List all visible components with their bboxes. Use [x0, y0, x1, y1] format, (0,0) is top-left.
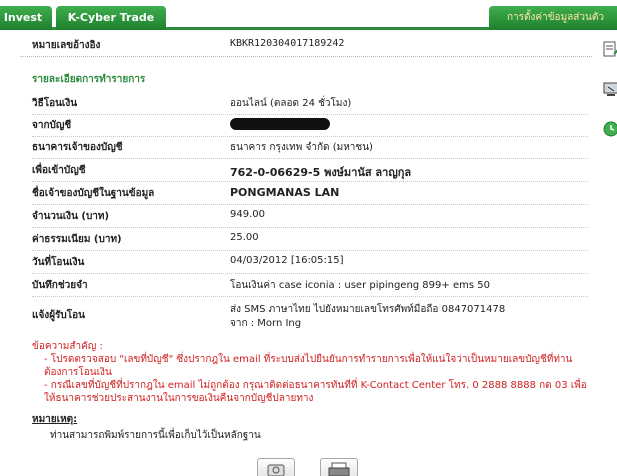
save-image-button[interactable] — [257, 458, 295, 476]
row-label: จากบัญชี — [32, 120, 72, 131]
row-amount: จำนวนเงิน (บาท) 949.00 — [32, 205, 592, 227]
row-value: 04/03/2012 [16:05:15] — [230, 255, 344, 266]
row-label: บันทึกช่วยจำ — [32, 280, 88, 291]
printer-icon — [328, 462, 350, 476]
row-to-account: เพื่อเข้าบัญชี 762-0-06629-5 พงษ์มานัส ล… — [32, 159, 592, 181]
row-label: ชื่อเจ้าของบัญชีในฐานข้อมูล — [32, 188, 155, 199]
transaction-detail-panel: หมายเลขอ้างอิง KBKR120304017189242 รายละ… — [20, 30, 592, 450]
tab-personal-settings[interactable]: การตั้งค่าข้อมูลส่วนตัว — [489, 6, 617, 30]
row-value: ส่ง SMS ภาษาไทย ไปยังหมายเลขโทรศัพท์มือถ… — [230, 304, 506, 315]
row-value: โอนเงินค่า case iconia : user pipingeng … — [230, 280, 490, 291]
tab-invest[interactable]: Invest — [0, 6, 52, 30]
row-transfer-date: วันที่โอนเงิน 04/03/2012 [16:05:15] — [32, 251, 592, 273]
row-label: ธนาคารเจ้าของบัญชี — [32, 142, 123, 153]
row-fee: ค่าธรรมเนียม (บาท) 25.00 — [32, 228, 592, 250]
row-from-account: จากบัญชี — [32, 114, 592, 136]
row-value: 25.00 — [230, 232, 259, 243]
row-account-owner: ชื่อเจ้าของบัญชีในฐานข้อมูล PONGMANAS LA… — [32, 182, 592, 204]
reference-value: KBKR120304017189242 — [230, 38, 345, 49]
row-value: ออนไลน์ (ตลอด 24 ชั่วโมง) — [230, 98, 352, 109]
row-value-line-2: จาก : Morn Ing — [230, 318, 302, 329]
section-title: รายละเอียดการทำรายการ — [32, 74, 146, 85]
notice-item-1: - โปรดตรวจสอบ "เลขที่บัญชี" ซึ่งปรากฎใน … — [44, 354, 573, 378]
camera-icon — [267, 464, 285, 476]
redaction-mask — [230, 118, 330, 130]
row-value: PONGMANAS LAN — [230, 186, 340, 199]
print-button[interactable] — [320, 458, 358, 476]
row-label: วันที่โอนเงิน — [32, 257, 85, 268]
row-value: ธนาคาร กรุงเทพ จำกัด (มหาชน) — [230, 142, 373, 153]
row-label: ค่าธรรมเนียม (บาท) — [32, 234, 122, 245]
row-notify-recipient: แจ้งผู้รับโอน ส่ง SMS ภาษาไทย ไปยังหมายเ… — [32, 298, 592, 334]
row-label: แจ้งผู้รับโอน — [32, 310, 85, 321]
reference-row: หมายเลขอ้างอิง KBKR120304017189242 — [32, 36, 592, 54]
row-divider — [32, 296, 588, 297]
document-edit-icon[interactable] — [602, 40, 617, 58]
clock-icon[interactable] — [602, 120, 617, 138]
top-tab-bar: Invest K-Cyber Trade การตั้งค่าข้อมูลส่ว… — [0, 0, 617, 30]
notice-title: ข้อความสำคัญ : — [32, 341, 103, 352]
computer-icon[interactable] — [602, 80, 617, 98]
row-label: วิธีโอนเงิน — [32, 98, 78, 109]
row-bank: ธนาคารเจ้าของบัญชี ธนาคาร กรุงเทพ จำกัด … — [32, 136, 592, 158]
tab-k-cyber-trade[interactable]: K-Cyber Trade — [56, 6, 166, 30]
row-value: 949.00 — [230, 209, 265, 220]
row-label: เพื่อเข้าบัญชี — [32, 165, 86, 176]
notice-item-2: - กรณีเลขที่บัญชีที่ปรากฎใน email ไม่ถูก… — [44, 380, 587, 404]
important-notice: ข้อความสำคัญ : - โปรดตรวจสอบ "เลขที่บัญช… — [32, 340, 592, 405]
row-value: 762-0-06629-5 พงษ์มานัส ลาญกุล — [230, 166, 412, 179]
row-label: จำนวนเงิน (บาท) — [32, 211, 110, 222]
divider — [20, 56, 592, 57]
row-transfer-method: วิธีโอนเงิน ออนไลน์ (ตลอด 24 ชั่วโมง) — [32, 92, 592, 114]
remark-text: ท่านสามารถพิมพ์รายการนี้เพื่อเก็บไว้เป็น… — [50, 430, 261, 441]
reference-label: หมายเลขอ้างอิง — [32, 40, 101, 51]
remark-title: หมายเหตุ: — [32, 414, 78, 425]
masked-account-value — [230, 118, 330, 130]
row-memo: บันทึกช่วยจำ โอนเงินค่า case iconia : us… — [32, 274, 592, 296]
